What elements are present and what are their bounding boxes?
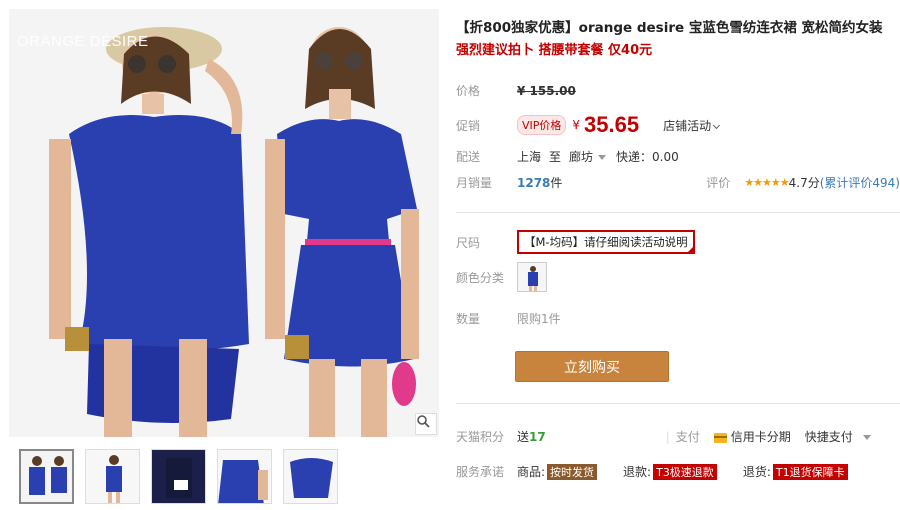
points-value: 17 <box>529 429 546 444</box>
sales-row: 月销量 1278 件 评价 ★★★★★ 4.7分 (累计评价494) <box>456 174 900 191</box>
quantity-limit: 限购1件 <box>517 312 561 326</box>
thumbnail-5[interactable] <box>283 449 338 504</box>
ship-from: 上海 <box>517 150 542 164</box>
thumbnail-4[interactable] <box>217 449 272 504</box>
points-label: 天猫积分 <box>456 430 505 444</box>
review-count-link[interactable]: (累计评价494) <box>820 174 900 191</box>
promo-label: 促销 <box>456 118 481 133</box>
size-row: 尺码 【M-均码】请仔细阅读活动说明 <box>456 230 695 254</box>
goods-tag[interactable]: 按时发货 <box>547 463 598 480</box>
sales-unit: 件 <box>550 176 563 190</box>
service-label: 服务承诺 <box>456 465 505 479</box>
goods-label: 商品: <box>517 465 546 479</box>
product-gallery: ORANGE DÉSIRE <box>9 9 439 504</box>
buy-now-button[interactable]: 立刻购买 <box>515 351 669 382</box>
points-prefix: 送 <box>517 430 530 444</box>
thumbnail-image <box>86 450 139 503</box>
store-promo-label: 店铺活动 <box>663 118 712 133</box>
thumbnail-image <box>218 450 271 503</box>
product-info: 【折800独家优惠】orange desire 宝蓝色雪纺连衣裙 宽松简约女装 … <box>456 18 896 60</box>
separator: | <box>665 429 670 444</box>
vip-badge: VIP价格 <box>517 115 567 135</box>
color-row: 颜色分类 <box>456 262 547 292</box>
refund-label: 退款: <box>623 465 652 479</box>
thumbnail-image <box>152 450 205 503</box>
main-product-image[interactable]: ORANGE DÉSIRE <box>9 9 439 437</box>
sales-label: 月销量 <box>456 176 493 190</box>
original-price: ¥ 155.00 <box>517 83 576 98</box>
thumbnail-2[interactable] <box>85 449 140 504</box>
ship-to-word: 至 <box>549 150 562 164</box>
refund-tag[interactable]: T3极速退款 <box>653 463 717 480</box>
chevron-down-icon <box>713 121 721 129</box>
size-label: 尺码 <box>456 235 481 250</box>
quantity-label: 数量 <box>456 312 481 326</box>
quantity-row: 数量 限购1件 <box>456 310 561 327</box>
rating-stars: ★★★★★ <box>744 176 789 189</box>
sales-count: 1278 <box>517 175 551 190</box>
credit-card-label: 信用卡分期 <box>730 430 791 444</box>
destination-value: 廊坊 <box>569 150 594 164</box>
thumbnail-image <box>21 451 72 502</box>
price-label: 价格 <box>456 84 481 98</box>
product-title: 【折800独家优惠】orange desire 宝蓝色雪纺连衣裙 宽松简约女装 <box>456 20 883 36</box>
price-row: 价格 ¥ 155.00 <box>456 82 576 99</box>
thumbnail-image <box>284 450 337 503</box>
thumbnail-1[interactable] <box>19 449 74 504</box>
magnifier-icon <box>417 415 430 428</box>
destination-select[interactable]: 廊坊 <box>569 148 607 165</box>
brand-watermark: ORANGE DÉSIRE <box>17 33 149 50</box>
size-option[interactable]: 【M-均码】请仔细阅读活动说明 <box>517 230 695 254</box>
credit-card-icon <box>713 432 727 443</box>
payment-row: 天猫积分 送 17 | 支付 信用卡分期 快捷支付 <box>456 428 900 445</box>
caret-down-icon <box>598 155 607 160</box>
express-fee: 快递：0.00 <box>616 150 679 164</box>
quick-pay-label: 快捷支付 <box>804 430 853 444</box>
product-photo <box>9 9 439 437</box>
thumbnail-strip <box>9 449 439 504</box>
promo-price-row: 促销 VIP价格 ¥ 35.65 店铺活动 <box>456 112 721 138</box>
quick-pay-dropdown[interactable]: 快捷支付 <box>805 428 871 445</box>
zoom-button[interactable] <box>415 413 437 435</box>
rating-label: 评价 <box>706 176 731 190</box>
currency-symbol: ¥ <box>572 118 581 132</box>
shipping-row: 配送 上海 至 廊坊 快递：0.00 <box>456 148 679 165</box>
shipping-label: 配送 <box>456 150 481 164</box>
product-subtitle: 强烈建议拍卜 搭腰带套餐 仅40元 <box>456 43 653 58</box>
caret-down-icon <box>862 435 871 440</box>
pay-label: 支付 <box>675 430 700 444</box>
promo-price: 35.65 <box>584 112 640 137</box>
divider <box>456 403 900 404</box>
color-option[interactable] <box>517 262 547 292</box>
return-label: 退货: <box>742 465 771 479</box>
thumbnail-3[interactable] <box>151 449 206 504</box>
divider <box>456 212 900 213</box>
color-swatch-image <box>518 263 546 291</box>
return-tag[interactable]: T1退货保障卡 <box>772 463 848 480</box>
rating-score: 4.7分 <box>788 176 820 190</box>
store-promo-dropdown[interactable]: 店铺活动 <box>663 117 721 134</box>
color-label: 颜色分类 <box>456 270 505 285</box>
credit-card-option[interactable]: 信用卡分期 <box>713 428 791 445</box>
service-row: 服务承诺 商品: 按时发货 退款: T3极速退款 退货: T1退货保障卡 <box>456 463 848 480</box>
